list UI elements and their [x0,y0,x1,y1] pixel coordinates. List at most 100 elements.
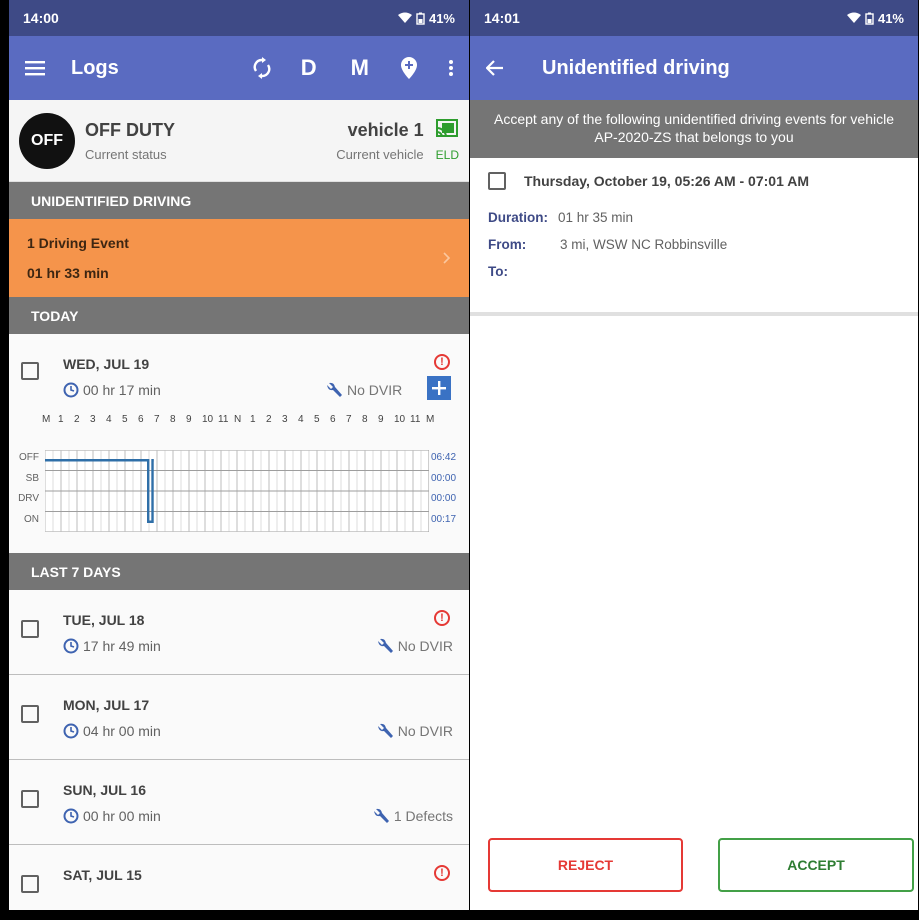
app-bar: Logs D M [9,36,469,100]
alert-icon[interactable]: ! [434,610,450,626]
day-log-row[interactable]: SAT, JUL 15! [9,845,469,920]
today-checkbox[interactable] [21,362,39,380]
graph-hour-label: 6 [138,414,144,425]
battery-icon [416,12,425,25]
day-duration: 00 hr 17 min [63,382,161,398]
back-arrow-icon[interactable] [486,60,504,76]
driving-event-duration: 01 hr 33 min [27,265,109,281]
day-duration-text: 17 hr 49 min [83,638,161,654]
unidentified-event-card: Thursday, October 19, 05:26 AM - 07:01 A… [470,158,918,316]
unidentified-driving-screen: 14:01 41% Unidentified driving Accept an… [470,0,918,920]
graph-hour-label: 10 [394,414,406,425]
vehicle-caption: Current vehicle [336,146,424,162]
chevron-right-icon [443,252,451,264]
system-nav-bar [0,910,919,920]
event-from: From: 3 mi, WSW NC Robbinsville [488,237,728,252]
accept-button[interactable]: ACCEPT [718,838,914,892]
event-duration: Duration: 01 hr 35 min [488,210,634,225]
day-checkbox[interactable] [21,620,39,638]
duty-status: OFF DUTY [85,119,175,140]
page-title: Unidentified driving [542,56,730,79]
dvir-text: No DVIR [397,638,453,654]
wrench-icon [377,723,393,738]
alert-icon[interactable]: ! [434,865,450,881]
day-label: SUN, JUL 16 [63,782,146,798]
status-time: 14:01 [484,10,520,26]
today-header: TODAY [9,297,469,334]
graph-hour-label: 4 [298,414,304,425]
more-vert-icon[interactable] [449,60,453,76]
day-label: TUE, JUL 18 [63,612,145,628]
graph-hour-label: 1 [58,414,64,425]
graph-hour-label: 9 [378,414,384,425]
battery-level: 41% [428,10,455,26]
day-duration: 04 hr 00 min [63,723,161,739]
dvir-status[interactable]: 1 Defects [372,808,453,824]
day-checkbox[interactable] [21,875,39,893]
day-log-row[interactable]: MON, JUL 17 04 hr 00 min No DVIR [9,675,469,760]
graph-row-total: 00:00 [431,472,457,484]
day-checkbox[interactable] [21,790,39,808]
graph-row-label: OFF [19,452,39,463]
reject-button[interactable]: REJECT [488,838,683,892]
unidentified-driving-event[interactable]: 1 Driving Event 01 hr 33 min [9,219,469,297]
graph-hour-label: 6 [330,414,336,425]
info-banner: Accept any of the following unidentified… [470,100,918,158]
wrench-icon [377,638,393,653]
graph-hour-label: 7 [154,414,160,425]
location-icon[interactable] [401,57,417,79]
logs-screen: 14:00 41% Logs D M OFF OFF DUTY Current … [9,0,469,920]
current-status-row: OFF OFF DUTY Current status vehicle 1 Cu… [9,100,469,182]
dvir-status[interactable]: No DVIR [376,723,453,739]
clock-icon [63,723,79,739]
eld-label: ELD [435,148,459,162]
alert-icon[interactable]: ! [434,354,450,370]
dvir-status[interactable]: No DVIR [325,382,402,398]
day-list: TUE, JUL 18 17 hr 49 min! No DVIR MON, JUL … [9,590,469,920]
duty-status-badge[interactable]: OFF [19,112,75,169]
day-duration: 17 hr 49 min [63,638,161,654]
sync-icon[interactable] [253,57,271,79]
today-log[interactable]: WED, JUL 19 00 hr 17 min ! No DVIR M1234… [9,334,469,553]
day-label: MON, JUL 17 [63,697,150,713]
driving-event-title: 1 Driving Event [27,235,129,251]
duty-status-caption: Current status [85,146,167,162]
last-7-days-header: LAST 7 DAYS [9,553,469,590]
graph-hour-label: 2 [74,414,80,425]
app-bar-right: Unidentified driving [470,36,918,100]
duty-graph: M 1 2 3 4 5 6 7 8 9 10 11 N 1 2 3 4 5 6 7 8 9 10 11 M OFF SB DRV ON… [9,412,469,542]
graph-hour-label: 2 [266,414,272,425]
graph-hour-label: 5 [122,414,128,425]
battery-level: 41% [877,10,904,26]
menu-icon[interactable] [25,60,45,76]
cast-icon[interactable] [436,119,459,139]
day-log-row[interactable]: TUE, JUL 18 17 hr 49 min! No DVIR [9,590,469,675]
status-time: 14:00 [23,10,59,26]
graph-hour-label: M [42,414,51,425]
graph-row-label: SB [25,472,39,484]
add-icon[interactable] [427,376,451,400]
day-duration-text: 04 hr 00 min [83,723,161,739]
clock-icon [63,382,79,398]
battery-icon [865,12,874,25]
status-bar: 14:00 41% [9,0,469,36]
graph-row-total: 00:17 [431,513,457,525]
day-checkbox[interactable] [21,705,39,723]
duty-m-button[interactable]: M [351,55,369,81]
graph-hour-label: 1 [250,414,256,425]
duty-d-button[interactable]: D [301,55,317,81]
day-log-row[interactable]: SUN, JUL 16 00 hr 00 min 1 Defects [9,760,469,845]
dvir-text: No DVIR [397,723,453,739]
dvir-status[interactable]: No DVIR [376,638,453,654]
vehicle-name[interactable]: vehicle 1 [336,120,424,141]
event-checkbox[interactable] [488,172,506,190]
unidentified-driving-header: UNIDENTIFIED DRIVING [9,182,469,219]
clock-icon [63,638,79,654]
graph-row-label: DRV [18,493,39,504]
status-bar-right: 14:01 41% [470,0,918,36]
wifi-icon [397,12,412,23]
dvir-text: 1 Defects [393,808,453,824]
graph-hour-label: 11 [410,414,421,425]
graph-hour-label: 8 [362,414,368,425]
wrench-icon [327,382,342,397]
